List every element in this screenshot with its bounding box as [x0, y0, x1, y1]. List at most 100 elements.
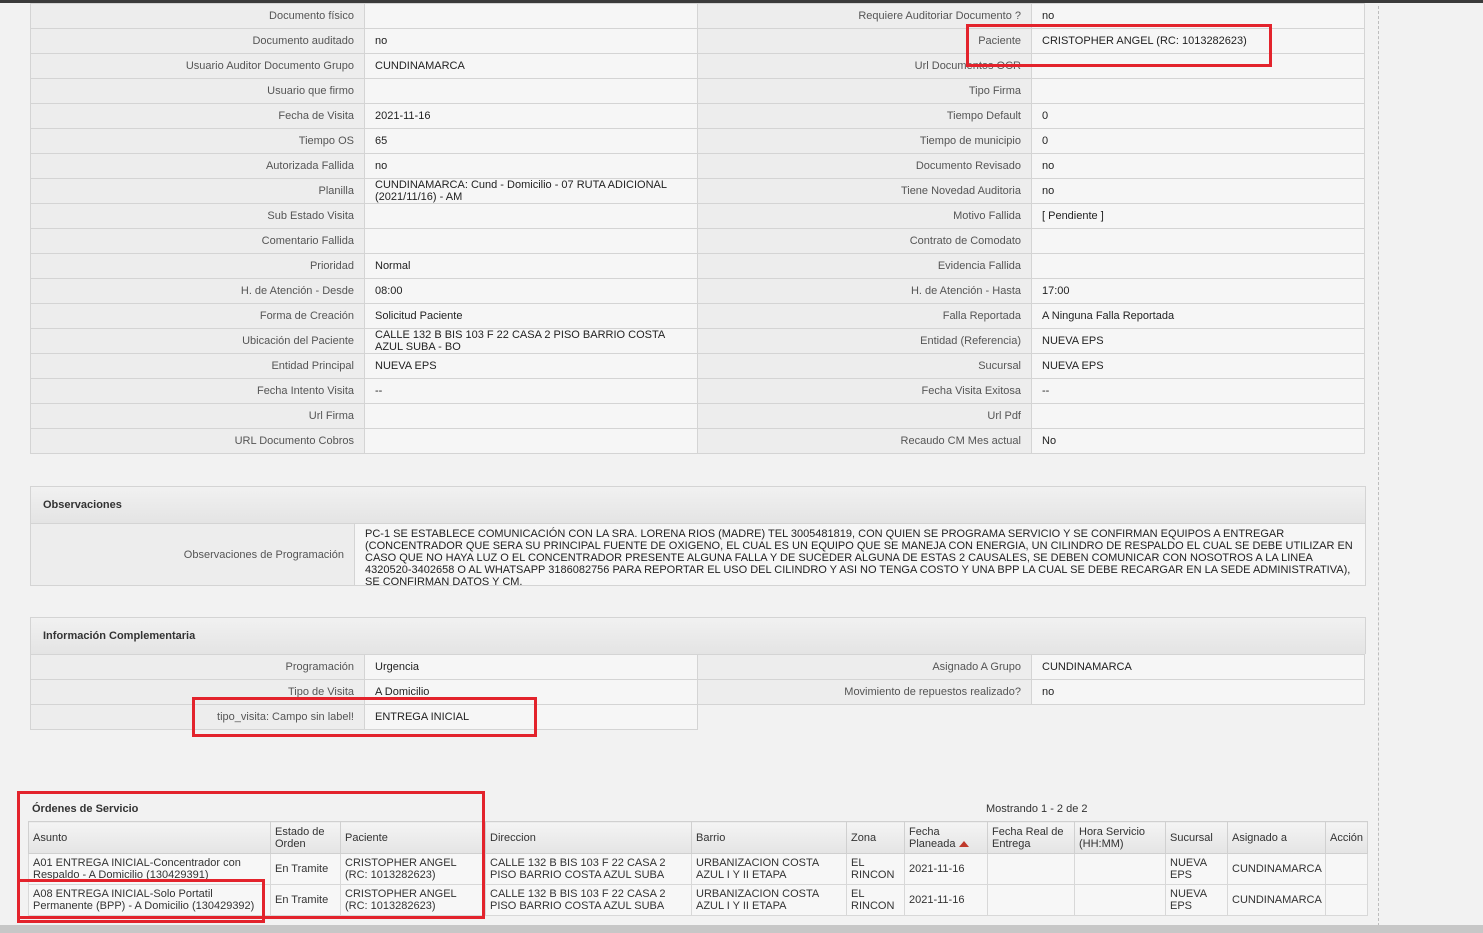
column-header-fecha-planeada[interactable]: Fecha Planeada	[904, 821, 988, 854]
detail-label-1: Planilla	[30, 178, 365, 204]
detail-label-1: Usuario Auditor Documento Grupo	[30, 53, 365, 79]
column-header-label: Fecha Planeada	[909, 825, 956, 850]
orders-count: Mostrando 1 - 2 de 2	[986, 803, 1088, 815]
column-header-label: Sucursal	[1170, 831, 1213, 844]
detail-value-2: NUEVA EPS	[1031, 328, 1365, 354]
cell-fecha-planeada: 2021-11-16	[904, 884, 988, 916]
detail-row: Url Firma Url Pdf	[30, 403, 1365, 429]
detail-value-1: CUNDINAMARCA	[364, 53, 698, 79]
table-row[interactable]: A08 ENTREGA INICIAL-Solo Portatil Perman…	[28, 884, 1368, 916]
column-header-label: Estado de Orden	[275, 825, 325, 850]
complementaria-value-1: Urgencia	[364, 654, 698, 680]
complementaria-value-2: CUNDINAMARCA	[1031, 654, 1365, 680]
observaciones-label: Observaciones de Programación	[31, 524, 355, 585]
column-header-label: Direccion	[490, 831, 536, 844]
detail-label-1: Comentario Fallida	[30, 228, 365, 254]
detail-value-2: A Ninguna Falla Reportada	[1031, 303, 1365, 329]
detail-value-1	[364, 203, 698, 229]
complementaria-title: Información Complementaria	[31, 618, 1365, 655]
complementaria-label-1: Programación	[30, 654, 365, 680]
observaciones-title: Observaciones	[31, 487, 1365, 524]
detail-label-1: Url Firma	[30, 403, 365, 429]
column-header-label: Asignado a	[1232, 831, 1288, 844]
visit-detail-table: Documento físico Requiere Auditoriar Docu…	[30, 3, 1365, 454]
empty-cell	[698, 705, 1365, 730]
detail-label-2: Url Documentos OCR	[697, 53, 1032, 79]
column-header-accion[interactable]: Acción	[1325, 821, 1368, 854]
column-header-paciente[interactable]: Paciente	[340, 821, 486, 854]
detail-value-2: 0	[1031, 103, 1365, 129]
detail-label-2: Tipo Firma	[697, 78, 1032, 104]
detail-value-2: no	[1031, 3, 1365, 29]
detail-label-2: Recaudo CM Mes actual	[697, 428, 1032, 454]
complementaria-row: tipo_visita: Campo sin label! ENTREGA INI…	[30, 704, 1365, 730]
detail-label-2: Motivo Fallida	[697, 203, 1032, 229]
column-header-asignado-a[interactable]: Asignado a	[1227, 821, 1326, 854]
detail-label-1: URL Documento Cobros	[30, 428, 365, 454]
sort-ascending-icon[interactable]	[958, 840, 969, 847]
detail-value-2: --	[1031, 378, 1365, 404]
cell-sucursal: NUEVA EPS	[1165, 853, 1228, 885]
detail-value-1	[364, 3, 698, 29]
detail-value-1: 65	[364, 128, 698, 154]
cell-asignado-a: CUNDINAMARCA	[1227, 853, 1326, 885]
column-header-hora-servicio-hh-mm[interactable]: Hora Servicio (HH:MM)	[1074, 821, 1166, 854]
detail-label-1: Ubicación del Paciente	[30, 328, 365, 354]
column-header-fecha-real-de-entrega[interactable]: Fecha Real de Entrega	[987, 821, 1075, 854]
cell-paciente: CRISTOPHER ANGEL (RC: 1013282623)	[340, 884, 486, 916]
detail-label-1: Prioridad	[30, 253, 365, 279]
detail-label-1: Fecha Intento Visita	[30, 378, 365, 404]
detail-value-1: 08:00	[364, 278, 698, 304]
complementaria-row: Programación Urgencia Asignado A Grupo CUND…	[30, 654, 1365, 680]
complementaria-value-1: A Domicilio	[364, 679, 698, 705]
detail-row: URL Documento Cobros Recaudo CM Mes actua…	[30, 428, 1365, 454]
detail-row: Comentario Fallida Contrato de Comodato	[30, 228, 1365, 254]
detail-label-2: Tiene Novedad Auditoria	[697, 178, 1032, 204]
complementaria-label-1: tipo_visita: Campo sin label!	[30, 704, 365, 730]
detail-label-1: Documento auditado	[30, 28, 365, 54]
complementaria-label-2: Asignado A Grupo	[697, 654, 1032, 680]
detail-label-2: Contrato de Comodato	[697, 228, 1032, 254]
cell-accion[interactable]	[1325, 884, 1368, 916]
detail-label-1: Documento físico	[30, 3, 365, 29]
column-header-label: Acción	[1330, 831, 1364, 844]
cell-asunto: A01 ENTREGA INICIAL-Concentrador con Res…	[28, 853, 271, 885]
detail-row: Ubicación del Paciente CALLE 132 B BIS 10…	[30, 328, 1365, 354]
detail-value-1: --	[364, 378, 698, 404]
detail-label-2: Requiere Auditoriar Documento ?	[697, 3, 1032, 29]
column-header-direccion[interactable]: Direccion	[485, 821, 692, 854]
cell-hora-servicio-hh-mm	[1074, 884, 1166, 916]
detail-label-2: Paciente	[697, 28, 1032, 54]
detail-value-2: no	[1031, 178, 1365, 204]
column-header-barrio[interactable]: Barrio	[691, 821, 847, 854]
detail-row: Documento físico Requiere Auditoriar Docu…	[30, 3, 1365, 29]
detail-label-1: Forma de Creación	[30, 303, 365, 329]
detail-row: Usuario que firmo Tipo Firma	[30, 78, 1365, 104]
detail-label-2: Url Pdf	[697, 403, 1032, 429]
detail-value-2: 0	[1031, 128, 1365, 154]
detail-row: Forma de Creación Solicitud Paciente Falla…	[30, 303, 1365, 329]
orders-title: Órdenes de Servicio	[32, 803, 139, 815]
cell-accion[interactable]	[1325, 853, 1368, 885]
detail-value-2	[1031, 53, 1365, 79]
detail-value-1: no	[364, 153, 698, 179]
cell-direccion: CALLE 132 B BIS 103 F 22 CASA 2 PISO BAR…	[485, 884, 692, 916]
detail-label-2: Tiempo de municipio	[697, 128, 1032, 154]
column-header-asunto[interactable]: Asunto	[28, 821, 271, 854]
column-header-sucursal[interactable]: Sucursal	[1165, 821, 1228, 854]
detail-value-1: Solicitud Paciente	[364, 303, 698, 329]
detail-row: Tiempo OS 65 Tiempo de municipio 0	[30, 128, 1365, 154]
column-header-estado-de-orden[interactable]: Estado de Orden	[270, 821, 341, 854]
detail-row: Prioridad Normal Evidencia Fallida	[30, 253, 1365, 279]
detail-label-1: Entidad Principal	[30, 353, 365, 379]
cell-paciente: CRISTOPHER ANGEL (RC: 1013282623)	[340, 853, 486, 885]
detail-label-2: H. de Atención - Hasta	[697, 278, 1032, 304]
detail-value-2: 17:00	[1031, 278, 1365, 304]
detail-row: Entidad Principal NUEVA EPS Sucursal NUEVA …	[30, 353, 1365, 379]
complementaria-value-1: ENTREGA INICIAL	[364, 704, 698, 730]
column-header-zona[interactable]: Zona	[846, 821, 905, 854]
cell-barrio: URBANIZACION COSTA AZUL I Y II ETAPA	[691, 853, 847, 885]
table-row[interactable]: A01 ENTREGA INICIAL-Concentrador con Res…	[28, 853, 1368, 885]
cell-fecha-real-de-entrega	[987, 853, 1075, 885]
cell-fecha-planeada: 2021-11-16	[904, 853, 988, 885]
